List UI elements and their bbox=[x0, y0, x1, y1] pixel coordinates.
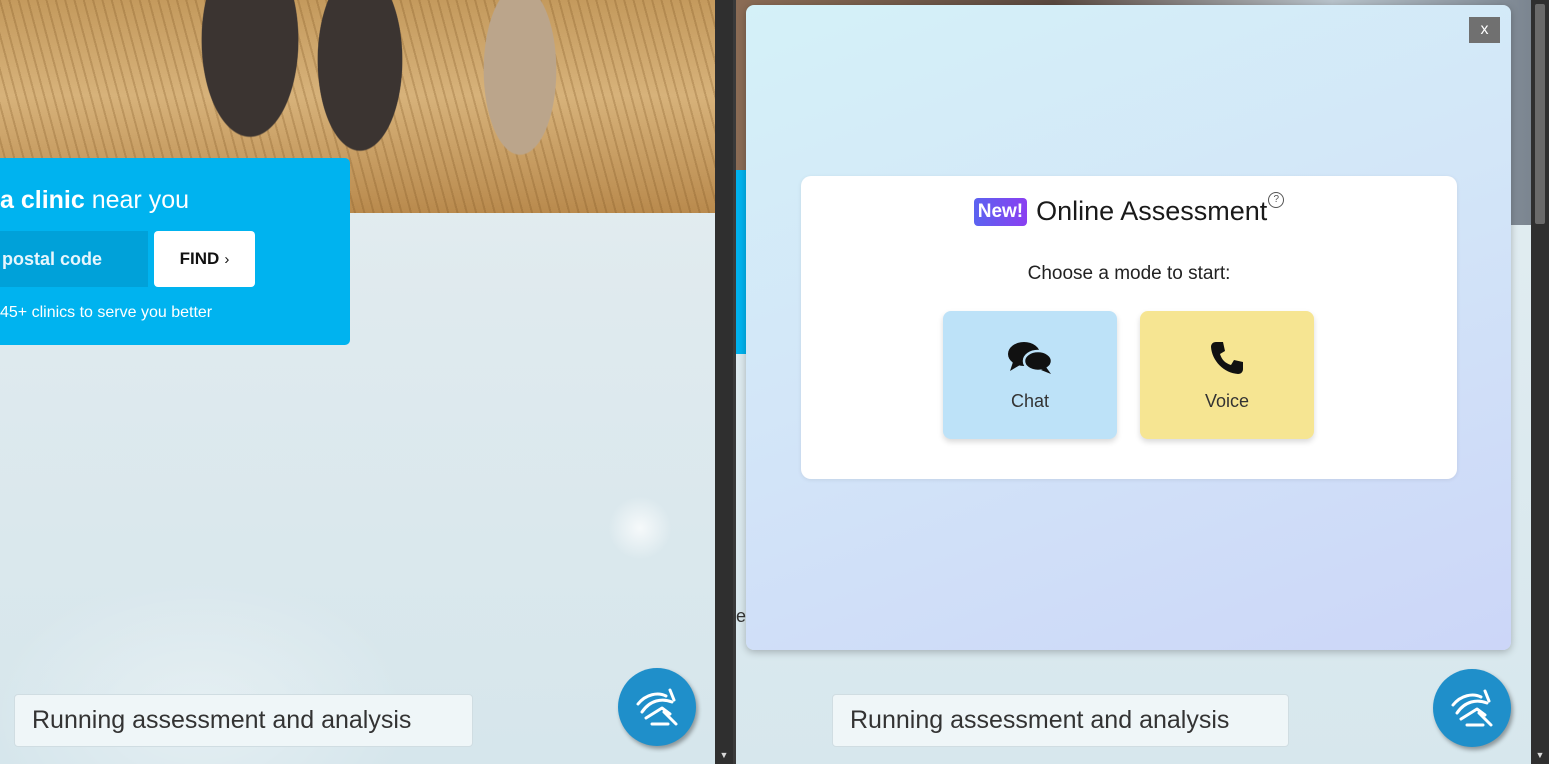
clinic-count-note: 45+ clinics to serve you better bbox=[0, 304, 213, 321]
mode-prompt: Choose a mode to start: bbox=[1027, 263, 1231, 284]
assessment-card: New! Online Assessment ? Choose a mode t… bbox=[801, 176, 1457, 479]
peek-text: e bbox=[736, 606, 747, 626]
scroll-down-arrow-icon[interactable]: ▼ bbox=[715, 748, 733, 762]
scroll-down-arrow-icon[interactable]: ▼ bbox=[1531, 748, 1549, 762]
phone-icon bbox=[1211, 342, 1243, 374]
assistant-logo-icon bbox=[1451, 689, 1493, 727]
assistant-logo-icon bbox=[636, 688, 678, 726]
assessment-title-row: New! Online Assessment ? bbox=[801, 191, 1457, 227]
close-button[interactable]: x bbox=[1469, 17, 1500, 43]
voice-mode-button[interactable]: Voice bbox=[1140, 311, 1314, 439]
find-button-label: FIND bbox=[179, 249, 220, 268]
service-label: Running assessment and analysis bbox=[832, 694, 1289, 747]
left-scrollbar[interactable]: ▼ bbox=[715, 0, 733, 764]
chat-mode-label: Chat bbox=[1010, 391, 1050, 411]
clinic-card-edge bbox=[736, 170, 746, 354]
voice-mode-label: Voice bbox=[1204, 391, 1250, 411]
chat-bubbles-icon bbox=[1008, 342, 1053, 374]
question-circle-icon[interactable]: ? bbox=[1268, 191, 1285, 208]
left-browser-pane: a clinic near you FIND › 45+ clinics to … bbox=[0, 0, 715, 764]
chat-mode-button[interactable]: Chat bbox=[943, 311, 1117, 439]
assistant-fab[interactable] bbox=[618, 668, 696, 746]
right-scrollbar[interactable]: ▼ bbox=[1531, 0, 1549, 764]
assistant-fab[interactable] bbox=[1433, 669, 1511, 747]
scroll-thumb[interactable] bbox=[1535, 4, 1545, 224]
find-button[interactable]: FIND › bbox=[154, 231, 255, 287]
postal-code-input[interactable] bbox=[0, 231, 148, 287]
chevron-right-icon: › bbox=[224, 250, 230, 268]
assessment-title: Online Assessment bbox=[1036, 196, 1268, 226]
new-badge: New! bbox=[973, 197, 1028, 226]
service-label: Running assessment and analysis bbox=[14, 694, 473, 747]
clinic-finder-heading: a clinic near you bbox=[0, 186, 190, 214]
